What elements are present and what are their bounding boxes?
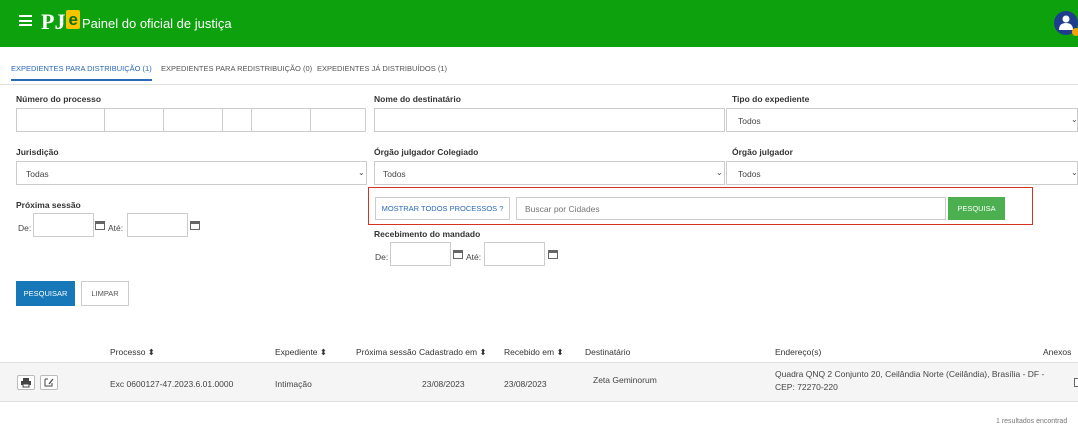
orgao-colegiado-value: Todos [383, 169, 406, 179]
col-endereco-header: Endereço(s) [775, 347, 822, 357]
col-expediente-header[interactable]: Expediente ⬍ [275, 347, 327, 358]
col-destinatario-header: Destinatário [585, 347, 631, 357]
open-external-button[interactable] [40, 375, 58, 390]
pje-logo: PJ e [41, 9, 80, 34]
notification-dot [1072, 28, 1078, 36]
recebimento-ate-label: Até: [466, 252, 482, 262]
tipo-expediente-label: Tipo do expediente [732, 94, 810, 104]
recebimento-de-label: De: [375, 252, 389, 262]
jurisdicao-label: Jurisdição [16, 147, 59, 157]
row-processo[interactable]: Exc 0600127-47.2023.6.01.0000 [110, 379, 233, 389]
recebimento-de-input[interactable] [390, 242, 451, 266]
numero-processo-ramo-field[interactable] [222, 108, 252, 132]
col-recebido-header[interactable]: Recebido em ⬍ [504, 347, 564, 358]
col-cadastrado-header[interactable]: Cadastrado em ⬍ [419, 347, 487, 358]
chevron-down-icon: ⌄ [716, 168, 723, 177]
orgao-colegiado-label: Órgão julgador Colegiado [374, 147, 479, 157]
proxima-sessao-de-label: De: [18, 223, 32, 233]
col-processo-header[interactable]: Processo ⬍ [110, 347, 155, 358]
chevron-down-icon: ⌄ [1071, 115, 1078, 124]
print-button[interactable] [17, 375, 35, 390]
row-endereco-line1: Quadra QNQ 2 Conjunto 20, Ceilândia Nort… [775, 369, 1045, 379]
row-destinatario: Zeta Geminorum [593, 375, 657, 385]
edit-icon [44, 378, 54, 387]
col-anexos-header: Anexos [1043, 347, 1072, 357]
printer-icon [21, 378, 31, 388]
proxima-sessao-ate-input[interactable] [127, 213, 188, 237]
jurisdicao-select[interactable] [16, 161, 367, 185]
tab-para-distribuicao[interactable]: EXPEDIENTES PARA DISTRIBUIÇÃO (1) [11, 64, 152, 81]
buscar-cidades-input[interactable] [516, 197, 946, 220]
tipo-expediente-value: Todos [738, 116, 761, 126]
user-avatar-icon[interactable] [1054, 11, 1078, 36]
limpar-button[interactable]: LIMPAR [81, 281, 129, 306]
app-title: Painel do oficial de justiça [82, 16, 232, 31]
tab-bar: EXPEDIENTES PARA DISTRIBUIÇÃO (1) EXPEDI… [0, 59, 1078, 85]
numero-processo-tribunal-field[interactable] [251, 108, 311, 132]
orgao-colegiado-select[interactable] [374, 161, 725, 185]
row-recebido: 23/08/2023 [504, 379, 547, 389]
pesquisar-button[interactable]: PESQUISAR [16, 281, 75, 306]
recebimento-mandado-label: Recebimento do mandado [374, 229, 481, 239]
tipo-expediente-select[interactable] [726, 108, 1078, 132]
proxima-sessao-de-input[interactable] [33, 213, 94, 237]
top-bar: PJ e Painel do oficial de justiça [0, 0, 1078, 47]
mostrar-todos-processos-button[interactable]: MOSTRAR TODOS PROCESSOS ? [375, 197, 510, 220]
calendar-icon[interactable] [548, 250, 558, 259]
numero-processo-origem-field[interactable] [310, 108, 366, 132]
orgao-julgador-value: Todos [738, 169, 761, 179]
calendar-icon[interactable] [190, 221, 200, 230]
nome-destinatario-input[interactable] [374, 108, 725, 132]
numero-processo-ano-field[interactable] [163, 108, 223, 132]
tab-para-redistribuicao[interactable]: EXPEDIENTES PARA REDISTRIBUIÇÃO (0) [161, 64, 312, 79]
orgao-julgador-select[interactable] [726, 161, 1078, 185]
calendar-icon[interactable] [95, 221, 105, 230]
col-proxima-sessao-header: Próxima sessão [356, 347, 417, 357]
row-cadastrado: 23/08/2023 [422, 379, 465, 389]
recebimento-ate-input[interactable] [484, 242, 545, 266]
row-expediente: Intimação [275, 379, 312, 389]
calendar-icon[interactable] [453, 250, 463, 259]
proxima-sessao-ate-label: Até: [108, 223, 124, 233]
hamburger-menu-icon[interactable] [19, 15, 32, 26]
results-count: 1 resultados encontrad [996, 418, 1068, 425]
numero-processo-dv-field[interactable] [104, 108, 164, 132]
numero-processo-label: Número do processo [16, 94, 102, 104]
nome-destinatario-label: Nome do destinatário [374, 94, 461, 104]
chevron-down-icon: ⌄ [1071, 168, 1078, 177]
jurisdicao-value: Todas [26, 169, 49, 179]
tab-ja-distribuidos[interactable]: EXPEDIENTES JÁ DISTRIBUÍDOS (1) [317, 64, 447, 79]
anexo-icon[interactable] [1074, 378, 1078, 387]
orgao-julgador-label: Órgão julgador [732, 147, 793, 157]
proxima-sessao-label: Próxima sessão [16, 200, 81, 210]
pesquisa-cidade-button[interactable]: PESQUISA [948, 197, 1005, 220]
row-endereco-line2: CEP: 72270-220 [775, 382, 838, 392]
numero-processo-seq-field[interactable] [16, 108, 105, 132]
chevron-down-icon: ⌄ [358, 168, 365, 177]
